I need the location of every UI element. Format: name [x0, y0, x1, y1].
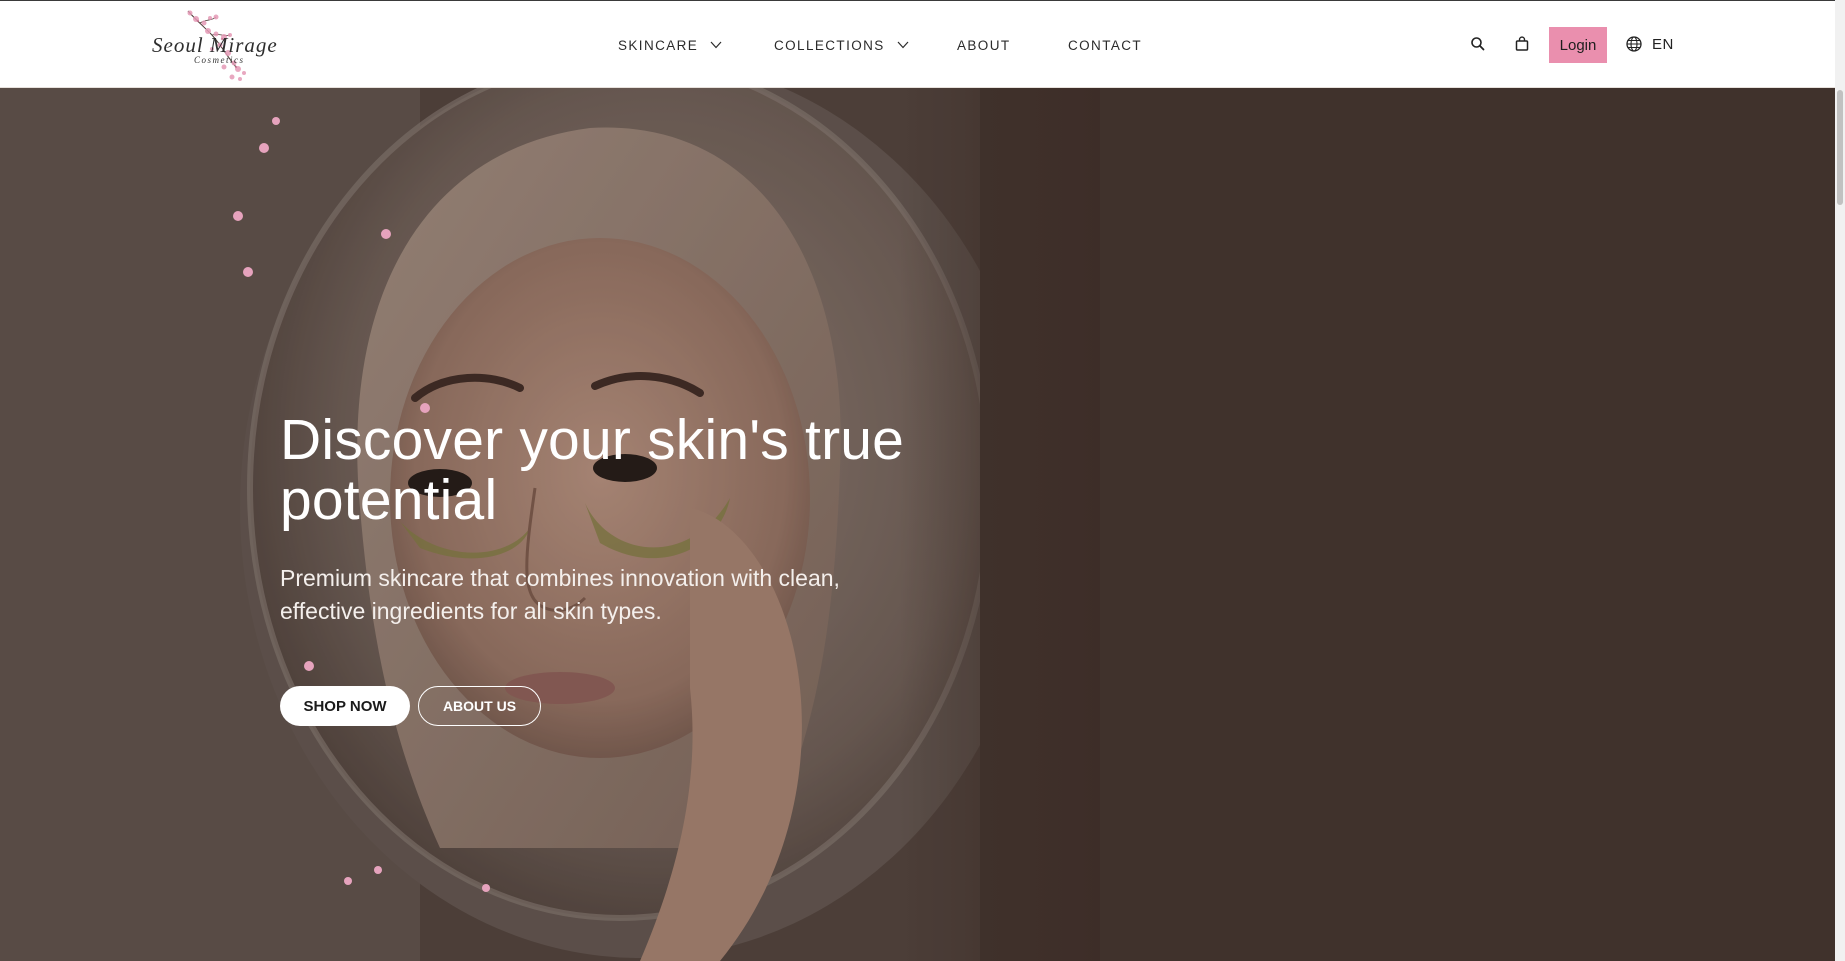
nav-item-label: ABOUT [957, 37, 1011, 53]
hero-subtitle: Premium skincare that combines innovatio… [280, 565, 840, 624]
chevron-down-icon [710, 41, 722, 49]
site-header: Seoul Mirage Cosmetics SKINCARE COLLECTI… [0, 1, 1835, 88]
page-scrollbar-thumb[interactable] [1837, 90, 1843, 205]
language-selector[interactable]: EN [1625, 33, 1674, 55]
login-button[interactable]: Login [1549, 27, 1607, 63]
brand-tagline: Cosmetics [194, 55, 245, 65]
nav-item-collections[interactable]: COLLECTIONS [774, 36, 909, 54]
nav-item-label: COLLECTIONS [774, 37, 885, 53]
about-us-button[interactable]: ABOUT US [418, 686, 541, 726]
hero-section: Discover your skin's true potential Prem… [0, 88, 1835, 961]
nav-item-skincare[interactable]: SKINCARE [618, 36, 722, 54]
chevron-down-icon [897, 41, 909, 49]
shop-now-button[interactable]: SHOP NOW [280, 686, 410, 726]
brand-logo[interactable]: Seoul Mirage Cosmetics [150, 7, 295, 85]
nav-item-label: CONTACT [1068, 37, 1143, 53]
language-label: EN [1652, 35, 1674, 53]
hero-title: Discover your skin's true potential [280, 408, 905, 532]
hero-copy: Discover your skin's true potential Prem… [280, 410, 1000, 628]
nav-item-label: SKINCARE [618, 37, 699, 53]
nav-item-contact[interactable]: CONTACT [1068, 36, 1142, 54]
search-icon[interactable] [1469, 35, 1487, 53]
page: Seoul Mirage Cosmetics SKINCARE COLLECTI… [0, 0, 1845, 961]
globe-icon [1626, 36, 1642, 52]
nav-item-about[interactable]: ABOUT [957, 36, 1011, 54]
shopping-bag-icon[interactable] [1513, 35, 1531, 53]
hero-actions: SHOP NOW ABOUT US [280, 686, 541, 726]
